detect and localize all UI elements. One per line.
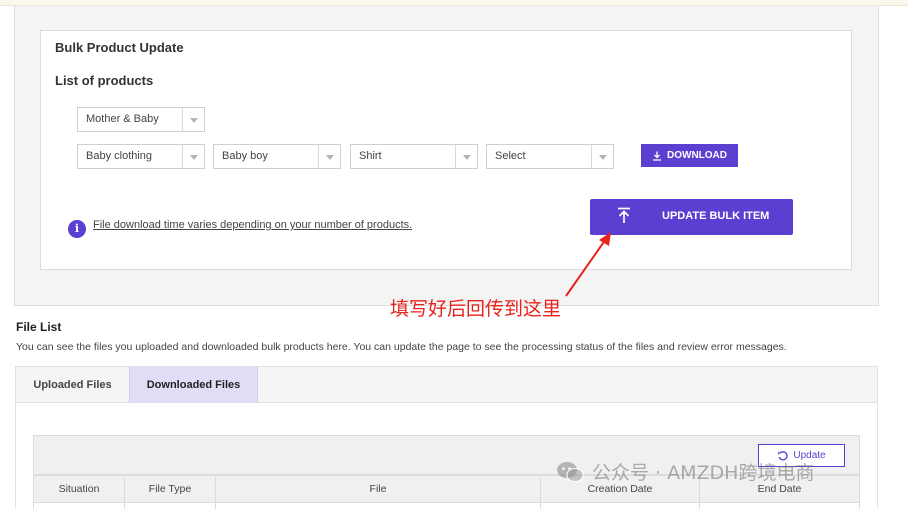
column-header-file-type: File Type	[125, 476, 216, 502]
watermark-text: 公众号 · AMZDH跨境电商	[592, 462, 815, 484]
category-select-level2[interactable]: Baby clothing	[77, 144, 205, 169]
tab-uploaded-files[interactable]: Uploaded Files	[16, 367, 129, 403]
update-bulk-item-button[interactable]: UPDATE BULK ITEM	[590, 199, 793, 235]
category-select-level1[interactable]: Mother & Baby	[77, 107, 205, 132]
list-of-products-heading: List of products	[55, 73, 154, 88]
download-button[interactable]: DOWNLOAD	[641, 144, 738, 167]
annotation-text: 填写好后回传到这里	[390, 298, 562, 320]
download-time-info-link[interactable]: File download time varies depending on y…	[93, 219, 412, 231]
category-select-level3[interactable]: Baby boy	[213, 144, 341, 169]
category-select-level5[interactable]: Select	[486, 144, 614, 169]
table-row	[33, 503, 860, 509]
column-header-file: File	[216, 476, 541, 502]
chevron-down-icon	[591, 145, 613, 168]
watermark: 公众号 · AMZDH跨境电商	[556, 458, 814, 485]
info-icon: i	[68, 220, 86, 238]
category-select-level4-value: Shirt	[359, 150, 382, 162]
update-bulk-item-label: UPDATE BULK ITEM	[662, 210, 770, 222]
wechat-icon	[557, 461, 584, 482]
chevron-down-icon	[182, 108, 204, 131]
column-header-situation: Situation	[34, 476, 125, 502]
chevron-down-icon	[455, 145, 477, 168]
category-select-level2-value: Baby clothing	[86, 150, 153, 162]
category-select-level3-value: Baby boy	[222, 150, 268, 162]
chevron-down-icon	[182, 145, 204, 168]
category-select-level4[interactable]: Shirt	[350, 144, 478, 169]
annotation-arrow	[565, 232, 611, 297]
category-select-level5-value: Select	[495, 150, 526, 162]
upload-arrow-icon	[618, 207, 630, 223]
file-list-title: File List	[16, 320, 62, 334]
download-icon	[653, 151, 661, 161]
card-title: Bulk Product Update	[55, 40, 184, 55]
tab-downloaded-files[interactable]: Downloaded Files	[129, 367, 258, 403]
category-select-level1-value: Mother & Baby	[86, 113, 159, 125]
file-tabs: Uploaded Files Downloaded Files	[15, 366, 878, 403]
file-list-description: You can see the files you uploaded and d…	[16, 341, 787, 353]
download-button-label: DOWNLOAD	[667, 150, 727, 161]
chevron-down-icon	[318, 145, 340, 168]
